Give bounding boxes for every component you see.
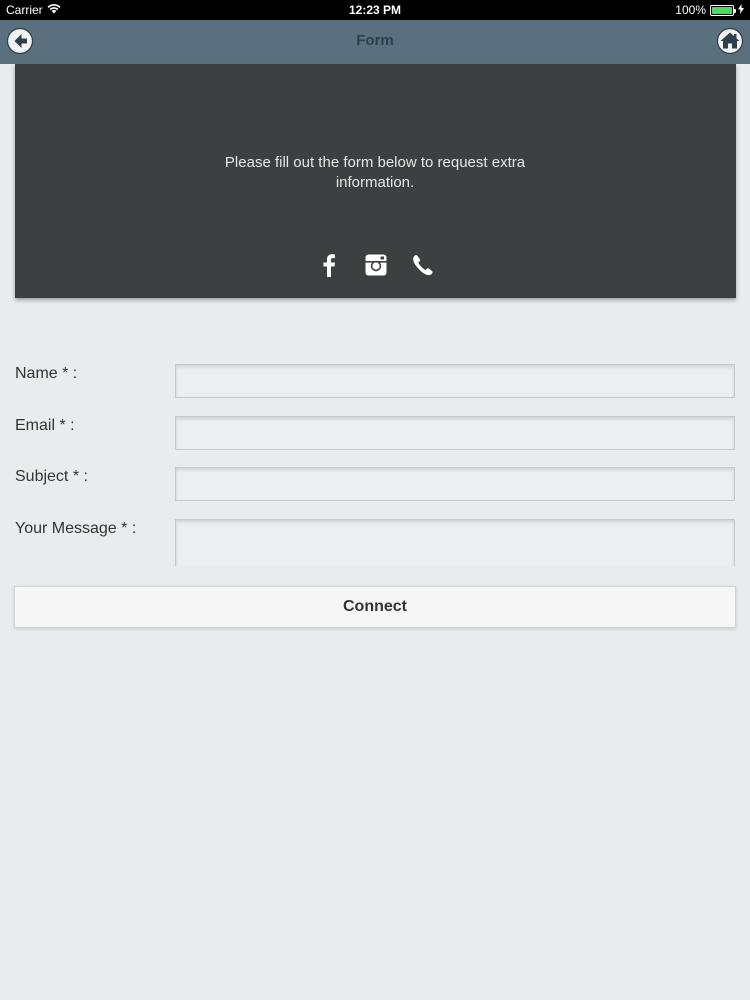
status-bar: Carrier 12:23 PM 100% <box>0 0 750 20</box>
status-right: 100% <box>675 3 744 17</box>
charging-icon <box>738 3 744 17</box>
home-button[interactable] <box>716 27 744 55</box>
battery-fill <box>712 6 732 14</box>
battery-icon <box>710 4 736 16</box>
instagram-icon[interactable] <box>363 252 388 278</box>
battery-percent: 100% <box>675 3 706 17</box>
message-textarea[interactable] <box>175 519 735 566</box>
phone-icon[interactable] <box>410 252 435 278</box>
message-label: Your Message * : <box>15 520 137 537</box>
subject-label: Subject * : <box>15 468 88 485</box>
subject-input[interactable] <box>175 467 735 501</box>
facebook-icon[interactable] <box>316 252 341 278</box>
name-label: Name * : <box>15 365 78 382</box>
social-links <box>15 252 736 278</box>
nav-bar: Form <box>0 20 750 64</box>
email-input[interactable] <box>175 416 735 450</box>
page-title: Form <box>356 32 394 49</box>
banner-text: Please fill out the form below to reques… <box>224 154 526 191</box>
home-icon <box>716 27 744 55</box>
status-time: 12:23 PM <box>348 3 402 17</box>
name-input[interactable] <box>175 364 735 398</box>
connect-button[interactable]: Connect <box>14 586 736 628</box>
email-label: Email * : <box>15 417 75 434</box>
info-banner: Please fill out the form below to reques… <box>15 64 736 298</box>
